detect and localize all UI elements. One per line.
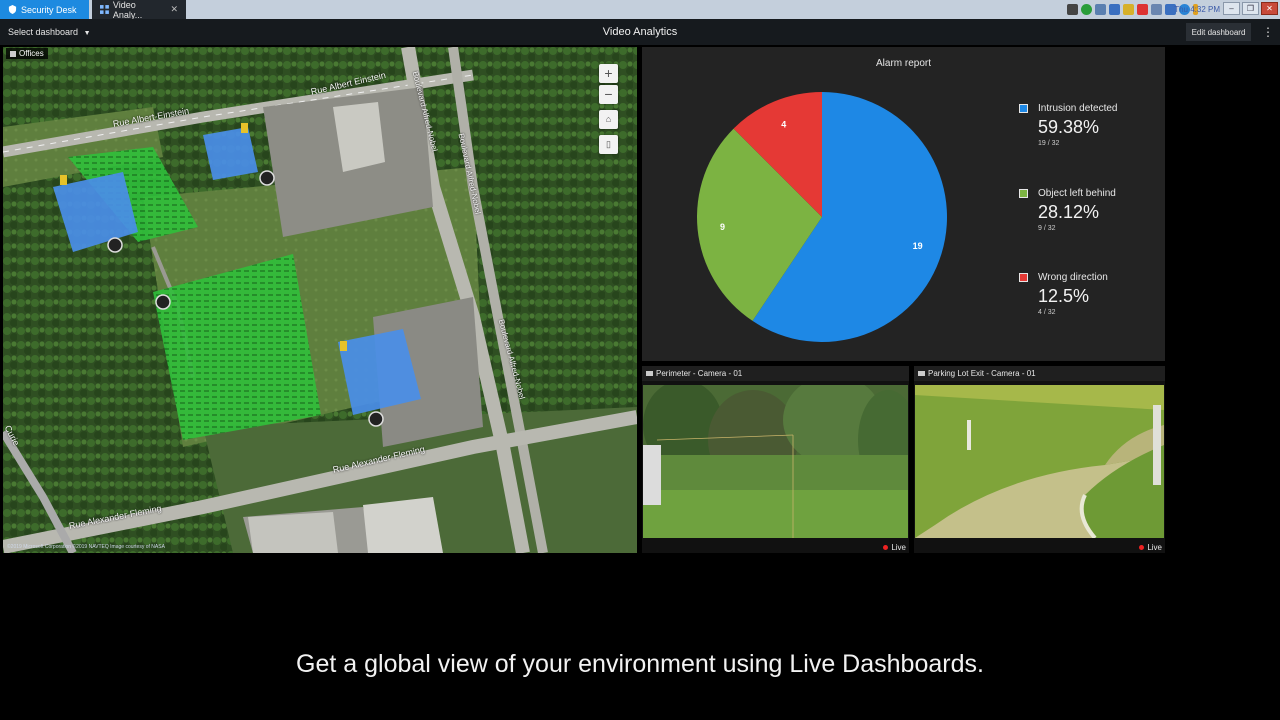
legend-fraction: 9 / 32 [1038, 225, 1056, 232]
legend-percent: 59.38% [1038, 117, 1100, 137]
pie-slice-label-2: 4 [781, 120, 786, 130]
restore-icon[interactable]: ❐ [1242, 2, 1259, 15]
map-controls: + − ⌂ ▯ [599, 64, 618, 154]
live-indicator: Live [1139, 543, 1162, 552]
tray-alert-icon[interactable] [1137, 4, 1148, 15]
system-clock: Thu 4:32 PM [1174, 5, 1220, 14]
page-title: Video Analytics [602, 26, 678, 38]
live-label: Live [891, 543, 906, 552]
live-dot-icon [1139, 545, 1145, 550]
tray-volume-icon[interactable] [1151, 4, 1162, 15]
tray-monitor-icon[interactable] [1095, 4, 1106, 15]
tray-app-icon[interactable] [1067, 4, 1078, 15]
legend-fraction: 4 / 32 [1038, 309, 1056, 316]
legend-swatch [1019, 104, 1028, 113]
map-title: Offices [6, 48, 48, 59]
layers-icon[interactable]: ▯ [599, 135, 618, 154]
map-layer-icon [10, 50, 16, 57]
close-window-icon[interactable]: ✕ [1261, 2, 1278, 15]
camera-video[interactable] [915, 385, 1164, 538]
home-icon[interactable]: ⌂ [599, 110, 618, 129]
caption: Get a global view of your environment us… [296, 650, 984, 678]
map-title-label: Offices [19, 49, 44, 58]
map-copyright: ©2019 Microsoft Corporation ©2019 NAVTEQ… [7, 544, 165, 550]
camera-icon [646, 371, 653, 377]
camera-title: Perimeter - Camera - 01 [656, 369, 743, 378]
select-dashboard-label: Select dashboard [8, 27, 79, 37]
tab-security-desk-label: Security Desk [21, 4, 77, 15]
dashboard-toolbar: Select dashboard ▼ Video Analytics Edit … [0, 19, 1280, 45]
minimize-icon[interactable]: – [1223, 2, 1240, 15]
satellite-map[interactable] [3, 47, 637, 553]
tray-network-icon[interactable] [1109, 4, 1120, 15]
legend-name: Object left behind [1038, 188, 1116, 199]
legend-percent: 28.12% [1038, 202, 1100, 222]
close-tab-icon[interactable]: ✕ [170, 4, 178, 15]
tab-security-desk[interactable]: Security Desk [0, 0, 89, 19]
camera-tile-perimeter[interactable]: Perimeter - Camera - 01 Live [642, 366, 909, 553]
alarm-report-tile: Alarm report 19 9 4 Intrusion detected 59.… [642, 47, 1165, 361]
more-options-icon[interactable]: ⋮ [1262, 23, 1274, 41]
chevron-down-icon: ▼ [83, 30, 91, 37]
camera-video[interactable] [643, 385, 908, 538]
camera-header: Perimeter - Camera - 01 [642, 366, 909, 381]
tray-check-icon[interactable] [1081, 4, 1092, 15]
camera-icon [918, 371, 925, 377]
legend-swatch [1019, 189, 1028, 198]
dashboard-icon [100, 5, 109, 14]
tab-video-analytics[interactable]: Video Analy... ✕ [92, 0, 186, 20]
legend-fraction: 19 / 32 [1038, 140, 1060, 147]
tab-video-analytics-label: Video Analy... [112, 0, 143, 20]
security-desk-icon [8, 5, 17, 14]
zoom-in-button[interactable]: + [599, 64, 618, 83]
zoom-out-button[interactable]: − [599, 85, 618, 104]
legend-name: Intrusion detected [1038, 103, 1118, 114]
pie-slice-label-1: 9 [720, 222, 725, 232]
legend-percent: 12.5% [1038, 286, 1090, 306]
camera-title: Parking Lot Exit - Camera - 01 [928, 369, 1036, 378]
tray-warning-icon[interactable] [1123, 4, 1134, 15]
map-tile[interactable]: Rue Albert-Einstein Rue Albert Einstein … [3, 47, 637, 553]
window-controls: – ❐ ✕ [1223, 2, 1278, 15]
pie-slice-label-0: 19 [913, 241, 923, 251]
parking-lot-video-frame [915, 385, 1164, 538]
camera-tile-parking-lot-exit[interactable]: Parking Lot Exit - Camera - 01 Live [914, 366, 1165, 553]
title-bar: Security Desk Video Analy... ✕ Thu 4:32 … [0, 0, 1280, 20]
select-dashboard-dropdown[interactable]: Select dashboard ▼ [8, 19, 91, 47]
live-indicator: Live [883, 543, 906, 552]
camera-header: Parking Lot Exit - Camera - 01 [914, 366, 1165, 381]
legend-name: Wrong direction [1038, 272, 1108, 283]
edit-dashboard-button[interactable]: Edit dashboard [1186, 23, 1251, 41]
legend-swatch [1019, 273, 1028, 282]
live-dot-icon [883, 545, 889, 550]
live-label: Live [1147, 543, 1162, 552]
perimeter-video-frame [643, 385, 908, 538]
